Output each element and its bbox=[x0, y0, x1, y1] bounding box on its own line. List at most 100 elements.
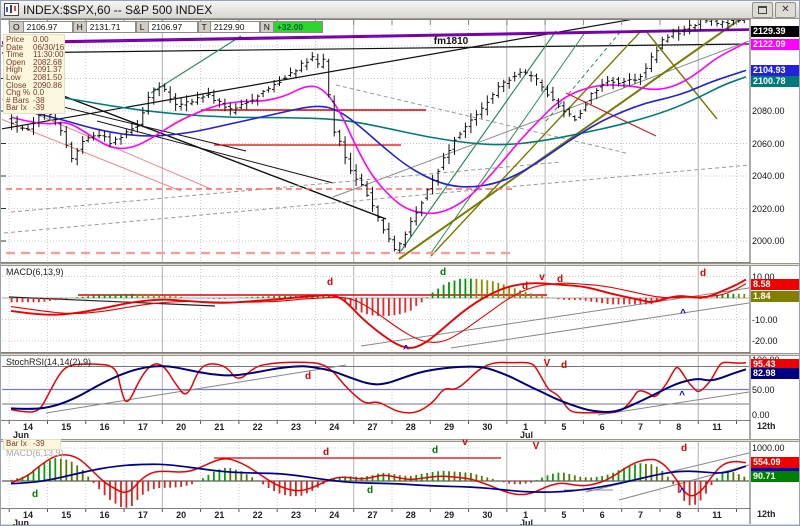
axis2-day-29: 29 bbox=[444, 509, 455, 520]
signal-letter-annotation: v bbox=[539, 272, 545, 283]
macd-axis-label: -20.00 bbox=[752, 336, 778, 346]
main-axis-label: 2020.00 bbox=[752, 203, 785, 214]
signal-letter-annotation: ^ bbox=[680, 308, 686, 319]
axis2-day-24: 24 bbox=[329, 509, 340, 520]
macd-price-tag: 1.84 bbox=[751, 290, 799, 302]
restore-icon bbox=[758, 5, 767, 14]
axis1-month-jul: Jul bbox=[520, 430, 534, 440]
quote-field-value: 2131.71 bbox=[86, 21, 136, 33]
axis2-right-label: 12th bbox=[757, 509, 776, 519]
bottom-panel-layer bbox=[2, 442, 749, 508]
signal-letter-annotation: d bbox=[366, 485, 374, 496]
bottom-panel-label: MACD(6,13,9) bbox=[6, 448, 64, 458]
axis1-day-7: 7 bbox=[637, 421, 643, 432]
close-button[interactable]: ✕ bbox=[775, 1, 796, 18]
quote-field-label: O bbox=[9, 21, 24, 33]
panel-splitter-3[interactable] bbox=[1, 439, 799, 442]
signal-letter-annotation: d bbox=[560, 360, 568, 371]
stochrsi-price-tag: 82.98 bbox=[751, 368, 799, 379]
axis1-right-label: 12th bbox=[757, 421, 776, 431]
axis1-day-5: 5 bbox=[561, 421, 567, 432]
axis2-day-27: 27 bbox=[367, 509, 378, 520]
axis2-day-21: 21 bbox=[214, 509, 225, 520]
axis2-day-15: 15 bbox=[61, 509, 72, 520]
axis2-day-23: 23 bbox=[290, 509, 301, 520]
axis1-day-11: 11 bbox=[712, 421, 722, 432]
bar-index-value: -39 bbox=[33, 439, 45, 448]
main-price-tag: 2100.78 bbox=[751, 75, 799, 87]
axis2-day-17: 17 bbox=[137, 509, 148, 520]
quote-field-L: L 2106.97 bbox=[135, 21, 198, 33]
axis1-day-14: 14 bbox=[22, 421, 34, 432]
axis2-day-22: 22 bbox=[252, 509, 263, 520]
window-title: INDEX:$SPX,60 -- S&P 500 INDEX bbox=[23, 2, 213, 17]
main-axis-label: 2080.00 bbox=[752, 106, 785, 116]
stochrsi-axis-label: 0.00 bbox=[752, 410, 770, 420]
chart-window: INDEX:$SPX,60 -- S&P 500 INDEX ✕ O 2106.9… bbox=[0, 0, 800, 526]
data-window-row: Bar Ix -39 bbox=[6, 103, 45, 113]
axis1-day-8: 8 bbox=[676, 421, 682, 432]
axis2-day-7: 7 bbox=[637, 509, 643, 520]
data-window-tooltip: Price 0.00 Date 06/30/16 Time 11:30:00 Open 208… bbox=[3, 34, 65, 114]
main-price-tag: 2129.39 bbox=[751, 25, 799, 37]
axis1-day-15: 15 bbox=[61, 421, 72, 432]
axis1-day-24: 24 bbox=[329, 421, 340, 432]
quote-bar: O 2106.97 H 2131.71 L 2106.97 T 2129.90 N +32.00 bbox=[9, 21, 323, 33]
main-axis-label: 2060.00 bbox=[752, 138, 785, 149]
bar-index-label: Bar Ix bbox=[6, 439, 27, 448]
macd-axis-label: -10.00 bbox=[752, 314, 778, 325]
macd-panel-layer bbox=[2, 266, 749, 352]
quote-field-T: T 2129.90 bbox=[197, 21, 260, 33]
axis2-day-20: 20 bbox=[176, 509, 187, 520]
signal-letter-annotation: d bbox=[31, 489, 39, 500]
main-price-tag: 2122.09 bbox=[751, 38, 799, 50]
quote-field-label: T bbox=[197, 21, 211, 33]
quote-field-O: O 2106.97 bbox=[9, 21, 73, 33]
axis2-day-6: 6 bbox=[599, 509, 605, 520]
axis2-day-28: 28 bbox=[405, 509, 416, 520]
trendline-annotation: fm1810 bbox=[433, 36, 469, 47]
axis2-day-8: 8 bbox=[676, 509, 682, 520]
title-bar[interactable]: INDEX:$SPX,60 -- S&P 500 INDEX ✕ bbox=[1, 1, 799, 19]
macd-panel-label: MACD(6,13,9) bbox=[6, 267, 64, 277]
signal-letter-annotation: ^ bbox=[679, 390, 685, 401]
macd-price-tag: 8.58 bbox=[751, 278, 799, 290]
signal-letter-annotation: d bbox=[304, 371, 312, 382]
bottom-axis-label: 1000.00 bbox=[752, 443, 785, 453]
axis1-day-1: 1 bbox=[523, 421, 529, 432]
signal-letter-annotation: V bbox=[532, 441, 540, 452]
main-axis-label: 2040.00 bbox=[752, 171, 785, 181]
quote-field-N: N +32.00 bbox=[259, 21, 323, 33]
axis1-day-21: 21 bbox=[214, 421, 225, 432]
axis1-day-30: 30 bbox=[482, 421, 493, 432]
app-icon bbox=[4, 3, 19, 16]
axis1-day-16: 16 bbox=[99, 421, 110, 432]
axis1-day-6: 6 bbox=[599, 421, 605, 432]
restore-button[interactable] bbox=[752, 1, 773, 18]
quote-field-H: H 2131.71 bbox=[72, 21, 136, 33]
signal-letter-annotation: d bbox=[699, 268, 707, 279]
axis2-day-16: 16 bbox=[99, 509, 110, 520]
main-axis-label: 2000.00 bbox=[752, 236, 785, 246]
panel-splitter-2[interactable] bbox=[1, 353, 799, 356]
axis2-day-1: 1 bbox=[523, 509, 529, 520]
quote-field-value: 2129.90 bbox=[210, 21, 260, 33]
quote-field-label: H bbox=[72, 21, 87, 33]
signal-letter-annotation: ^ bbox=[403, 344, 409, 355]
quote-field-value: 2106.97 bbox=[23, 21, 73, 33]
axis1-day-17: 17 bbox=[137, 421, 148, 432]
signal-letter-annotation: d bbox=[322, 447, 330, 458]
close-icon: ✕ bbox=[781, 3, 790, 15]
axis2-day-30: 30 bbox=[482, 509, 493, 520]
axis2-day-11: 11 bbox=[712, 509, 722, 520]
axis1-day-29: 29 bbox=[444, 421, 455, 432]
axis1-day-28: 28 bbox=[405, 421, 416, 432]
axis1-day-27: 27 bbox=[367, 421, 378, 432]
bottom-price-tag: 90.71 bbox=[751, 470, 799, 482]
panel-splitter-1[interactable] bbox=[1, 263, 799, 266]
axis1-day-20: 20 bbox=[176, 421, 187, 432]
signal-letter-annotation: d bbox=[431, 445, 439, 456]
signal-letter-annotation: d bbox=[521, 281, 529, 292]
stochrsi-panel-label: StochRSI(14,14(2),9) bbox=[6, 357, 92, 367]
quote-field-value: +32.00 bbox=[273, 21, 323, 33]
